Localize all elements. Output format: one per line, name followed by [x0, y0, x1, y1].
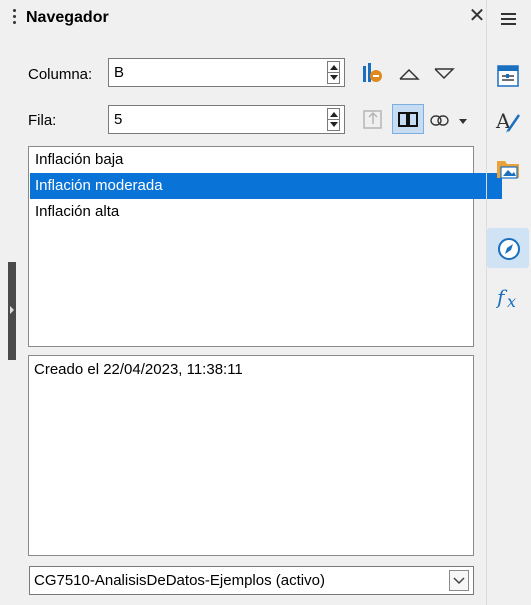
- arrow-up-icon[interactable]: [397, 66, 421, 82]
- column-label: Columna:: [28, 66, 93, 83]
- drag-mode-icon[interactable]: [429, 110, 473, 132]
- panel-title: Navegador: [26, 9, 109, 26]
- collapse-handle[interactable]: [8, 262, 16, 360]
- row-spin-button[interactable]: [327, 108, 340, 131]
- document-select[interactable]: CG7510-AnalisisDeDatos-Ejemplos (activo): [29, 566, 474, 595]
- row-field[interactable]: 5: [108, 105, 345, 134]
- comment-text: Creado el 22/04/2023, 11:38:11: [34, 361, 243, 378]
- scenarios-icon[interactable]: [392, 104, 424, 134]
- sidebar-divider: [486, 0, 487, 605]
- chevron-down-icon[interactable]: [449, 570, 469, 591]
- properties-icon[interactable]: [496, 64, 520, 88]
- functions-icon[interactable]: f x: [495, 283, 524, 311]
- navigator-icon[interactable]: [496, 236, 522, 262]
- close-icon[interactable]: ✕: [466, 5, 488, 27]
- column-spin-button[interactable]: [327, 61, 340, 84]
- arrow-down-icon[interactable]: [432, 66, 456, 82]
- gallery-icon[interactable]: [495, 155, 521, 181]
- column-value: B: [114, 64, 125, 81]
- menu-icon[interactable]: [498, 8, 520, 30]
- comment-box[interactable]: Creado el 22/04/2023, 11:38:11: [28, 355, 474, 556]
- svg-text:x: x: [507, 292, 516, 311]
- column-field[interactable]: B: [108, 58, 345, 87]
- styles-icon[interactable]: A: [494, 107, 522, 135]
- toggle-icon[interactable]: [361, 108, 385, 132]
- list-item[interactable]: Inflación baja: [30, 147, 502, 173]
- list-item-selected[interactable]: Inflación moderada: [30, 173, 502, 199]
- data-range-icon[interactable]: [361, 60, 385, 86]
- row-label: Fila:: [28, 112, 57, 129]
- row-value: 5: [114, 111, 123, 128]
- scenario-list[interactable]: Inflación baja Inflación moderada Inflac…: [28, 146, 502, 347]
- grip-icon[interactable]: [8, 6, 22, 28]
- list-item[interactable]: Inflación alta: [30, 199, 502, 225]
- document-select-value: CG7510-AnalisisDeDatos-Ejemplos (activo): [34, 572, 325, 589]
